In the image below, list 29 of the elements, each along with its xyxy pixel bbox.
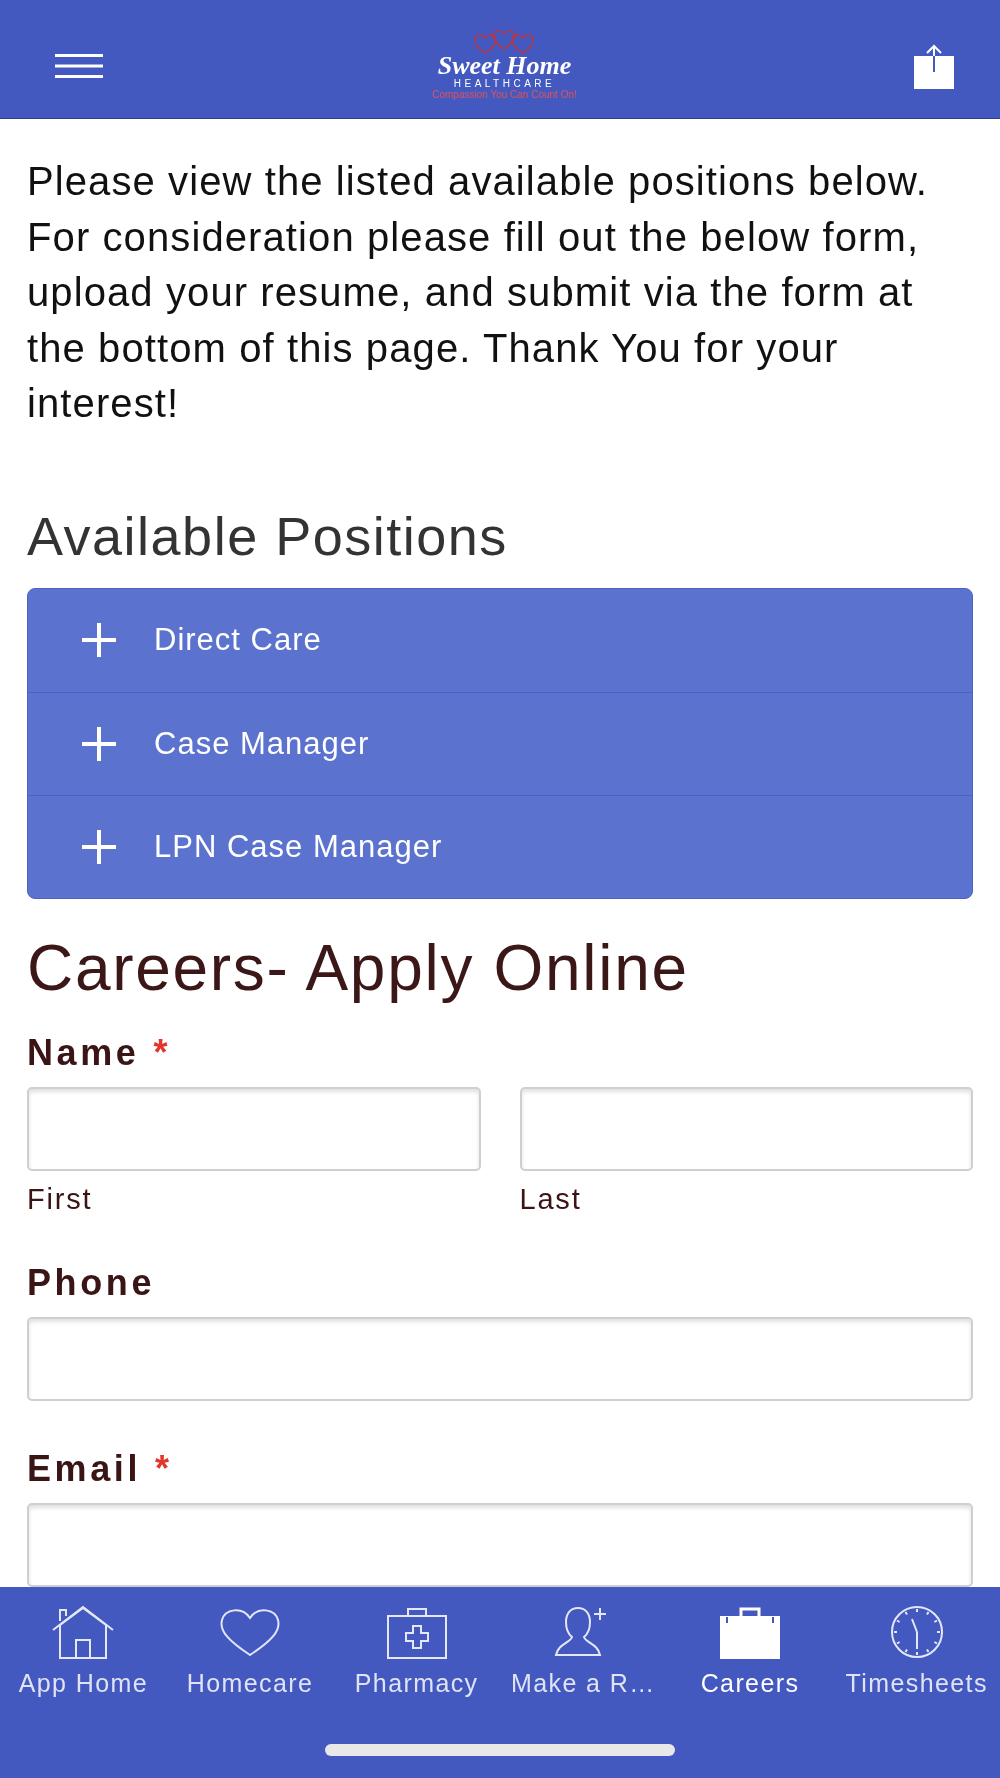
field-sublabel: First [27, 1182, 93, 1215]
tab-bar-item[interactable]: Pharmacy [333, 1605, 500, 1698]
tab-bar-item[interactable]: Careers [666, 1605, 834, 1698]
input-field[interactable] [27, 1086, 481, 1171]
logo-tagline: Compassion You Can Count On! [432, 88, 577, 101]
input-field[interactable] [519, 1086, 973, 1171]
accordion-item[interactable]: LPN Case Manager [28, 794, 972, 898]
section-heading: Available Positions [27, 507, 509, 564]
accordion-item[interactable]: Case Manager [28, 691, 972, 795]
required-mark: * [153, 1031, 172, 1073]
field-label: Name [27, 1031, 140, 1073]
share-icon[interactable] [914, 43, 954, 89]
field-label: Phone [27, 1261, 155, 1303]
field-label: Email [27, 1447, 142, 1489]
logo-title: Sweet Home [437, 53, 572, 78]
tab-bar-item[interactable]: Homecare [166, 1605, 334, 1698]
input-field[interactable] [27, 1502, 973, 1587]
tab-bar-item[interactable]: App Home [0, 1605, 167, 1698]
intro-paragraph: Please view the listed available positions below. For consideration please fill out the below form, upload your resume, and submit via the form at the bottom of this page. Thank You for your interest! [27, 158, 930, 427]
logo-subtitle: HEALTHCARE [453, 77, 556, 89]
tab-bar-item[interactable]: Make a R… [500, 1605, 667, 1698]
input-field[interactable] [27, 1316, 973, 1401]
briefcase-icon [717, 1605, 783, 1659]
tab-bar-item[interactable]: Timesheets [833, 1605, 1000, 1698]
field-sublabel: Last [519, 1182, 582, 1215]
form-heading: Careers- Apply Online [27, 934, 690, 1001]
accordion-item[interactable]: Direct Care [28, 588, 972, 692]
menu-icon[interactable] [55, 54, 103, 78]
required-mark: * [155, 1447, 173, 1489]
